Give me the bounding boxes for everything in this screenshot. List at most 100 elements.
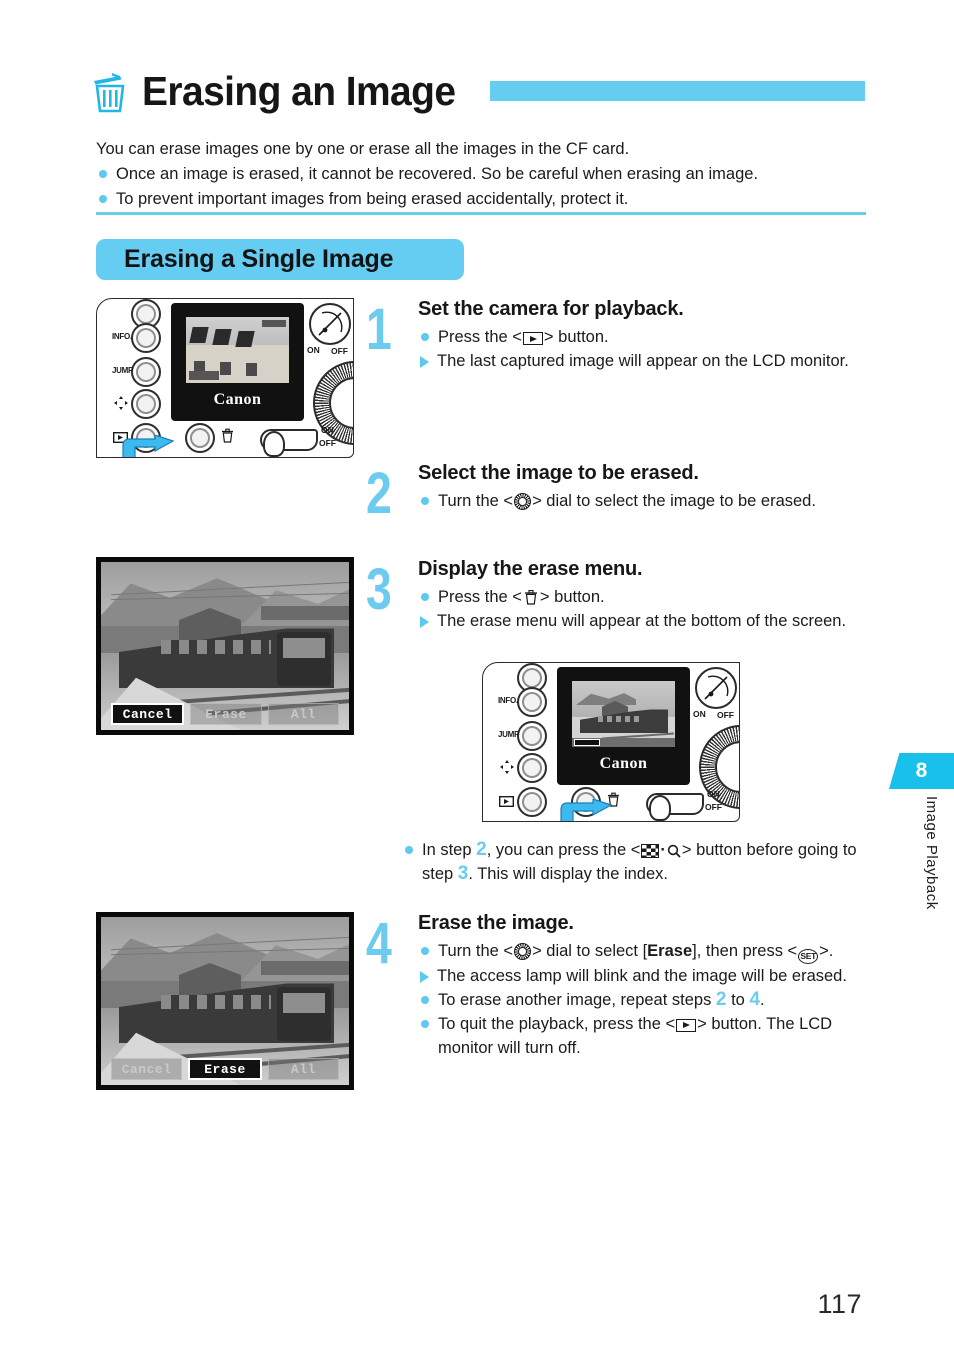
camera-back-diagram-1: Canon INFO. JUMP ON OFF ON OFF	[96, 298, 354, 458]
bullet-dot-icon	[421, 593, 429, 601]
index-note: In step 2, you can press the < · > button…	[402, 838, 866, 886]
step-2-line-1-post: > dial to select the image to be erased.	[532, 492, 816, 510]
dial-icon	[514, 493, 532, 510]
lcd-housing: Canon	[171, 303, 304, 421]
set-button-icon: SET	[798, 948, 819, 964]
intro-bullet-2: To prevent important images from being e…	[96, 187, 866, 212]
camera-brand-logo: Canon	[213, 391, 262, 408]
step-1-line-1-post: > button.	[543, 328, 609, 346]
mode-dial	[695, 667, 737, 709]
intro-bullet-2-text: To prevent important images from being e…	[116, 190, 629, 208]
step-1-bullet-2: The last captured image will appear on t…	[418, 349, 866, 373]
jump-button	[131, 357, 161, 387]
magnify-icon	[667, 841, 681, 858]
erase-button	[185, 423, 215, 453]
manual-page: Erasing an Image You can erase images on…	[0, 0, 954, 1352]
step-4-line-1-pre: Turn the <	[438, 942, 514, 960]
info-button-label: INFO.	[498, 696, 518, 705]
power-on-label: ON	[321, 425, 334, 435]
page-title-row: Erasing an Image	[90, 58, 865, 124]
erase-menu-bar: Cancel Erase All	[110, 703, 340, 725]
playback-icon	[676, 1018, 697, 1032]
multicontroller-button	[131, 389, 161, 419]
step-1-number: 1	[366, 297, 392, 362]
section-title: Erasing a Single Image	[124, 245, 394, 273]
jump-button-label: JUMP	[112, 366, 134, 375]
pointer-arrow-icon	[122, 435, 175, 457]
bullet-dot-icon	[99, 195, 107, 203]
camera-brand-logo: Canon	[599, 755, 648, 772]
step-4-line-2-text: The access lamp will blink and the image…	[437, 966, 847, 985]
step-4-line-4-pre: To quit the playback, press the <	[438, 1014, 676, 1033]
multicontroller-icon	[500, 760, 514, 774]
mode-dial-off-label: OFF	[717, 710, 734, 720]
intro-bullet-1: Once an image is erased, it cannot be re…	[96, 162, 866, 187]
erase-menu-item-all[interactable]: All	[267, 703, 340, 725]
erase-menu-item-cancel[interactable]: Cancel	[110, 1058, 183, 1080]
power-switch-knob	[649, 795, 671, 821]
step-1-line-1-pre: Press the <	[438, 328, 522, 346]
step-2-number: 2	[366, 461, 392, 526]
erase-menu-bar: Cancel Erase All	[110, 1058, 340, 1080]
step-3-bullet-2: The erase menu will appear at the bottom…	[418, 609, 866, 633]
step-3-number: 3	[366, 557, 392, 622]
lcd-screenshot-erase-menu-erase: Cancel Erase All	[96, 912, 354, 1090]
multicontroller-icon	[114, 396, 128, 410]
step-4-line-3-post: .	[760, 990, 765, 1009]
power-off-label: OFF	[705, 802, 722, 812]
step-3-line-1-post: > button.	[539, 588, 605, 606]
step-4-title: Erase the image.	[418, 912, 574, 934]
erase-menu-item-erase[interactable]: Erase	[188, 1058, 262, 1080]
quick-control-dial-center	[715, 741, 739, 793]
erase-menu-item-erase[interactable]: Erase	[190, 703, 262, 725]
index-note-step-b: 3	[457, 863, 469, 884]
playback-button	[517, 787, 547, 817]
jump-button	[517, 721, 547, 751]
chapter-number: 8	[915, 759, 928, 782]
step-4-line-3-mid: to	[726, 990, 750, 1009]
power-off-label: OFF	[319, 438, 336, 448]
info-button-label: INFO.	[112, 332, 132, 341]
result-triangle-icon	[420, 616, 429, 628]
intro-bullet-1-text: Once an image is erased, it cannot be re…	[116, 165, 759, 183]
mode-dial	[309, 303, 351, 345]
mode-dial-on-label: ON	[693, 709, 706, 719]
index-icon	[641, 844, 660, 858]
multicontroller-button	[517, 753, 547, 783]
lcd-screen	[186, 317, 289, 383]
index-note-step-a: 2	[476, 839, 487, 860]
index-note-tail: . This will display the index.	[468, 865, 668, 883]
lcd-screenshot-erase-menu-cancel: Cancel Erase All	[96, 557, 354, 735]
erase-menu-item-all[interactable]: All	[267, 1058, 340, 1080]
photo-platform-roof	[261, 961, 349, 975]
step-4-line-3-pre: To erase another image, repeat steps	[438, 990, 716, 1009]
power-switch-knob	[263, 431, 285, 457]
lcd-housing: Canon	[557, 667, 690, 785]
step-4-bullet-1: Turn the < > dial to select [Erase], then…	[418, 939, 866, 964]
erase-menu-item-cancel[interactable]: Cancel	[110, 703, 185, 725]
result-triangle-icon	[420, 970, 429, 983]
step-4-line-1-tail: >.	[819, 942, 834, 960]
bullet-dot-icon	[421, 947, 429, 955]
step-4-line-1-mid: > dial to select [	[532, 942, 648, 960]
step-4-bullet-2: The access lamp will blink and the image…	[418, 964, 866, 988]
step-4-ref-a: 2	[715, 988, 727, 1010]
chapter-tab: 8	[889, 753, 954, 789]
camera-back-diagram-2: Canon INFO. JUMP ON OFF ON OFF	[482, 662, 740, 822]
section-header: Erasing a Single Image	[96, 239, 464, 280]
divider-rule	[96, 212, 866, 215]
step-3-line-1-pre: Press the <	[438, 588, 522, 606]
step-4-ref-b: 4	[749, 988, 761, 1010]
trash-icon	[524, 588, 538, 605]
lcd-screen	[572, 681, 675, 747]
page-number: 117	[817, 1289, 862, 1319]
power-on-label: ON	[707, 789, 720, 799]
info-button	[517, 687, 547, 717]
step-1-bullet-1: Press the < > button.	[418, 325, 866, 349]
dial-icon	[514, 943, 532, 960]
index-note-mid: , you can press the <	[486, 841, 641, 859]
step-4-number: 4	[366, 911, 392, 976]
chapter-label: Image Playback	[923, 796, 940, 910]
step-2-line-1-pre: Turn the <	[438, 492, 514, 510]
photo-train-front-window	[283, 993, 325, 1013]
